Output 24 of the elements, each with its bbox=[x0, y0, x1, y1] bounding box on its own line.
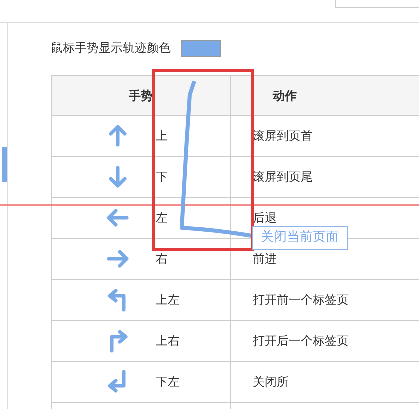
action-cell-text: 滚屏到页尾 bbox=[253, 169, 313, 186]
gesture-cell-text: 左 bbox=[156, 210, 168, 227]
tooltip: 关闭当前页面 bbox=[252, 226, 348, 250]
gesture-cell-text: 上 bbox=[156, 128, 168, 145]
action-cell-text: 滚屏到页首 bbox=[253, 128, 313, 145]
column-header: 手势 bbox=[129, 88, 153, 104]
left-arrow-icon bbox=[106, 206, 130, 230]
gesture-cell-text: 上左 bbox=[156, 292, 180, 309]
color-swatch[interactable] bbox=[181, 40, 221, 56]
scroll-thumb[interactable] bbox=[2, 147, 7, 182]
gesture-cell-text: 上右 bbox=[156, 333, 180, 350]
action-cell-text: 后退 bbox=[253, 210, 277, 227]
gesture-cell-text: 右 bbox=[156, 251, 168, 268]
right-arrow-icon bbox=[106, 247, 130, 271]
up-arrow-icon bbox=[106, 124, 130, 148]
action-cell-text: 打开前一个标签页 bbox=[253, 292, 349, 309]
trail-color-label: 鼠标手势显示轨迹颜色 bbox=[51, 40, 171, 57]
column-header: 动作 bbox=[273, 88, 297, 104]
action-cell-text: 关闭所 bbox=[253, 374, 289, 391]
action-cell-text: 前进 bbox=[253, 251, 277, 268]
gesture-cell-text: 下左 bbox=[156, 374, 180, 391]
down-arrow-icon bbox=[106, 165, 130, 189]
action-cell-text: 打开后一个标签页 bbox=[253, 333, 349, 350]
gesture-cell-text: 下 bbox=[156, 169, 168, 186]
